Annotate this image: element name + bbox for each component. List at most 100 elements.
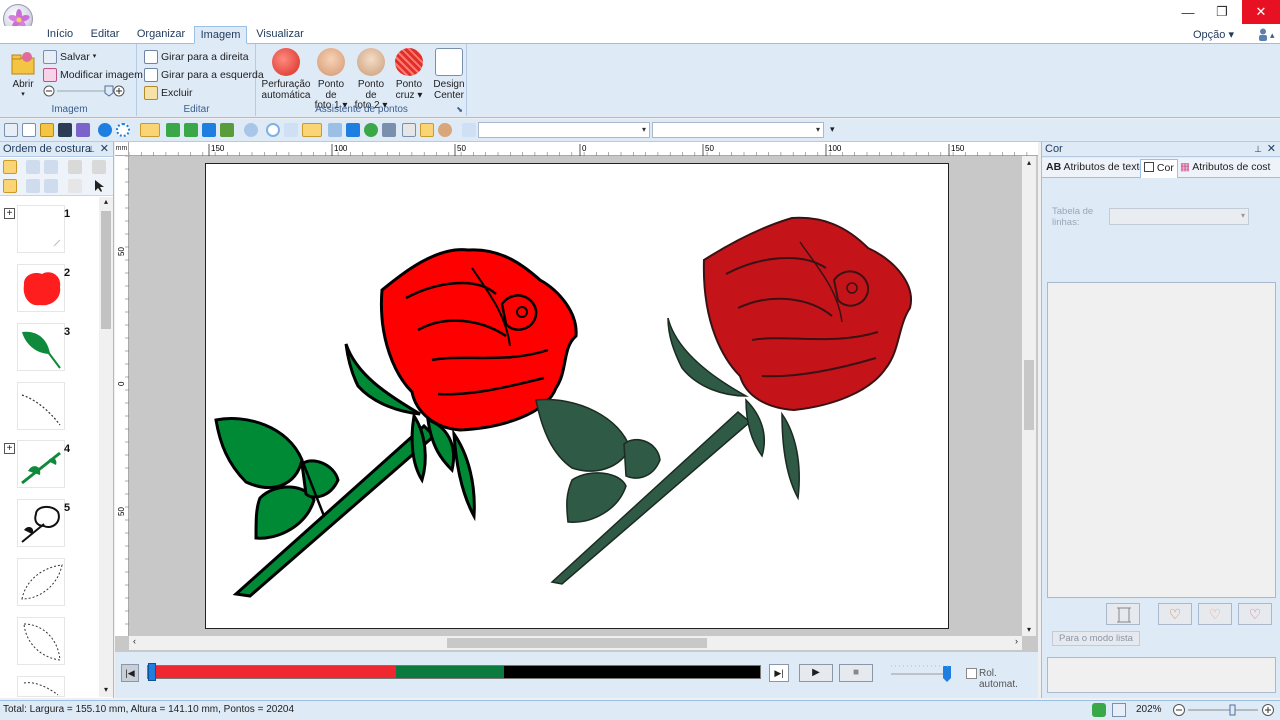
font-select[interactable]: ▾: [478, 122, 650, 138]
tab-imagem[interactable]: Imagem: [194, 26, 247, 44]
list-item[interactable]: [17, 382, 65, 430]
move-icon[interactable]: [202, 123, 216, 137]
canvas-vertical-scrollbar[interactable]: ▴ ▾: [1022, 156, 1036, 636]
expand-icon[interactable]: +: [4, 208, 15, 219]
circle-dotted-icon[interactable]: [116, 123, 130, 137]
photo-stitch-2-button[interactable]: Ponto de foto 2 ▾: [351, 48, 391, 112]
list-mode-button[interactable]: Para o modo lista: [1052, 631, 1140, 646]
play-button[interactable]: ▶: [799, 664, 833, 682]
speed-slider[interactable]: [889, 662, 955, 684]
dialog-launcher-icon[interactable]: ⬊: [456, 105, 463, 114]
list-item[interactable]: [17, 264, 65, 312]
ring-icon[interactable]: [266, 123, 280, 137]
sewing-order-list[interactable]: + 1 2 3 + 4 5: [0, 197, 98, 697]
list-item[interactable]: [17, 205, 65, 253]
stop-button[interactable]: ■: [839, 664, 873, 682]
tab-visualizar[interactable]: Visualizar: [252, 26, 308, 44]
expand-icon[interactable]: +: [4, 443, 15, 454]
canvas-horizontal-scrollbar[interactable]: ‹ ›: [129, 636, 1022, 650]
design-center-button[interactable]: Design Center: [430, 48, 468, 101]
list-item[interactable]: [17, 676, 65, 697]
grid-icon[interactable]: [420, 123, 434, 137]
list-item[interactable]: [17, 499, 65, 547]
left-panel-scrollbar[interactable]: ▴ ▾: [99, 197, 113, 697]
panel-close-icon[interactable]: ✕: [1267, 142, 1276, 157]
ribbon-collapse-icon[interactable]: ▴: [1270, 30, 1275, 41]
hoop-icon[interactable]: [462, 123, 476, 137]
send-icon[interactable]: [76, 123, 90, 137]
tag-icon[interactable]: [284, 123, 298, 137]
circle-tool-icon[interactable]: [98, 123, 112, 137]
rotate-right-button[interactable]: Girar para a direita: [144, 49, 249, 65]
new-icon[interactable]: [4, 123, 18, 137]
zoom-slider[interactable]: [1172, 703, 1276, 717]
color-order-icon[interactable]: [3, 179, 17, 193]
size-select[interactable]: ▾: [652, 122, 824, 138]
paint-icon[interactable]: [402, 123, 416, 137]
list-item[interactable]: [17, 323, 65, 371]
option-menu[interactable]: Opção ▾: [1193, 28, 1234, 41]
cursor-icon[interactable]: [92, 179, 106, 193]
merge-icon[interactable]: [26, 160, 40, 174]
open-folder-icon[interactable]: [40, 123, 54, 137]
spool-button[interactable]: [1106, 603, 1140, 625]
ungroup-icon[interactable]: [44, 179, 58, 193]
select-mode-icon[interactable]: [140, 123, 160, 137]
split-icon[interactable]: [44, 160, 58, 174]
needle-icon[interactable]: [382, 123, 396, 137]
list-item[interactable]: [17, 617, 65, 665]
delete-button[interactable]: Excluir: [144, 85, 193, 101]
arrow-green-2-icon[interactable]: [184, 123, 198, 137]
pin-icon[interactable]: ⊥: [1254, 142, 1262, 157]
tab-color[interactable]: Cor: [1140, 159, 1178, 178]
face-icon[interactable]: [438, 123, 452, 137]
pin-icon[interactable]: ⊥: [87, 142, 95, 157]
scroll-thumb[interactable]: [1024, 360, 1034, 430]
design-canvas[interactable]: [205, 163, 949, 629]
transform-icon[interactable]: [220, 123, 234, 137]
minimize-button[interactable]: —: [1172, 0, 1204, 24]
globe-icon[interactable]: [364, 123, 378, 137]
tab-inicio[interactable]: Início: [40, 26, 80, 44]
heart-button[interactable]: ♡: [1198, 603, 1232, 625]
square-icon[interactable]: [346, 123, 360, 137]
go-to-start-button[interactable]: |◀: [121, 664, 139, 682]
page-icon[interactable]: [1112, 703, 1126, 717]
save-disk-icon[interactable]: [58, 123, 72, 137]
tab-text-attributes[interactable]: AB Atributos de texto: [1046, 161, 1145, 173]
sort-icon[interactable]: [3, 160, 17, 174]
trash-icon[interactable]: [92, 160, 106, 174]
auto-punch-button[interactable]: Perfuração automática: [261, 48, 311, 101]
scroll-thumb[interactable]: [447, 638, 707, 648]
open-button[interactable]: Abrir ▾: [7, 50, 39, 98]
new-doc-icon[interactable]: [22, 123, 36, 137]
image-density-slider[interactable]: [43, 85, 127, 97]
go-to-end-button[interactable]: ▶|: [769, 664, 789, 682]
rose-design-stitched[interactable]: [535, 216, 912, 585]
arrow-green-icon[interactable]: [166, 123, 180, 137]
sync-icon[interactable]: [1092, 703, 1106, 717]
restore-button[interactable]: ❐: [1206, 0, 1238, 24]
cross-stitch-button[interactable]: Ponto cruz ▾: [391, 48, 427, 101]
auto-scroll-checkbox[interactable]: [966, 668, 977, 679]
tab-editar[interactable]: Editar: [84, 26, 126, 44]
progress-handle[interactable]: [148, 663, 156, 681]
circle-light-icon[interactable]: [244, 123, 258, 137]
heart-cut-button[interactable]: ♡: [1158, 603, 1192, 625]
scroll-thumb[interactable]: [101, 211, 111, 329]
modify-image-button[interactable]: Modificar imagem: [43, 67, 143, 83]
photo-stitch-1-button[interactable]: Ponto de foto 1 ▾: [311, 48, 351, 112]
tab-sew-attributes[interactable]: ▦ Atributos de cost: [1180, 161, 1270, 173]
scissors-icon[interactable]: [68, 179, 82, 193]
thread-color-list[interactable]: [1047, 282, 1276, 598]
heart-pink-button[interactable]: ♡: [1238, 603, 1272, 625]
rotate-left-button[interactable]: Girar para a esquerda: [144, 67, 264, 83]
pointer-tool-icon[interactable]: [302, 123, 322, 137]
shape-icon[interactable]: [328, 123, 342, 137]
stitch-progress-bar[interactable]: [147, 663, 761, 681]
toolbar-options-icon[interactable]: ▾: [830, 124, 835, 135]
group-icon[interactable]: [26, 179, 40, 193]
user-icon[interactable]: [1258, 28, 1268, 41]
tab-organizar[interactable]: Organizar: [132, 26, 190, 44]
panel-close-icon[interactable]: ✕: [100, 142, 109, 157]
